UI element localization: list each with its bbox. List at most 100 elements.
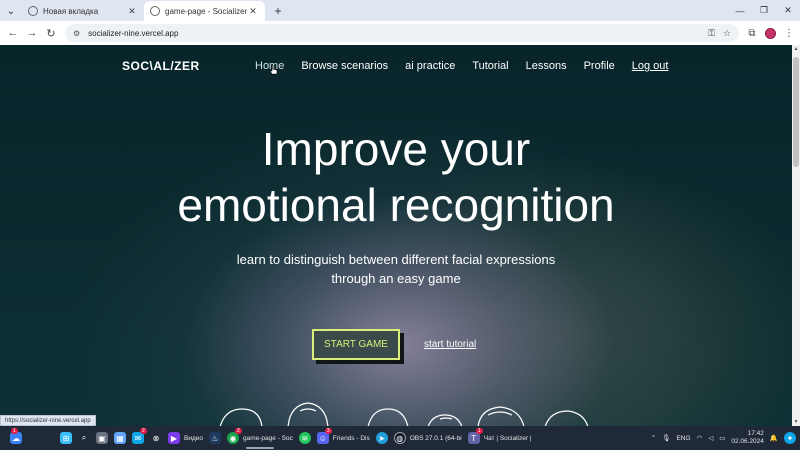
close-icon[interactable]: ✕ xyxy=(126,6,138,17)
forward-arrow-icon[interactable]: → xyxy=(23,24,41,42)
face-outline-1 xyxy=(219,408,263,426)
site-header: SOC\AL/ZER Home Browse scenarios ai prac… xyxy=(0,59,792,75)
discord-badge: 3 xyxy=(324,428,332,434)
face-outline-2 xyxy=(287,402,329,426)
scroll-up-icon[interactable]: ▲ xyxy=(792,46,800,52)
taskbar-search[interactable]: ⌕ xyxy=(75,426,93,450)
close-window-button[interactable]: ✕ xyxy=(776,5,800,16)
scrollbar-thumb[interactable] xyxy=(793,57,799,167)
face-outline-6 xyxy=(544,410,589,426)
windows-taskbar: ☁ 1 ⊞ ⌕ ▣ ▦ ✉ 2 ⊗ ▶ Видео ♨ ◉ 2 game-pag… xyxy=(0,426,800,450)
face-outline-3 xyxy=(367,408,409,426)
restore-button[interactable]: ❐ xyxy=(752,5,776,16)
hand-cursor-icon xyxy=(270,65,278,75)
taskbar-spotify[interactable]: ≋ xyxy=(296,426,314,450)
taskbar-discord[interactable]: ☺ 3 Friends - Dis xyxy=(314,426,373,450)
nav-ai-practice[interactable]: ai practice xyxy=(405,60,455,72)
browser-tab-bar: ⌄ Новая вкладка ✕ game-page - Socializer… xyxy=(0,0,800,21)
taskbar-widgets[interactable]: ▦ xyxy=(111,426,129,450)
taskbar-chrome[interactable]: ◉ 2 game-page - Soc xyxy=(224,426,296,450)
status-bar-url: https://socializer-nine.vercel.app xyxy=(0,415,96,426)
new-tab-button[interactable]: + xyxy=(269,2,287,20)
face-illustrations xyxy=(219,402,589,426)
taskbar-xbox[interactable]: ⊗ xyxy=(147,426,165,450)
taskbar-task-view[interactable]: ▣ xyxy=(93,426,111,450)
site-info-icon[interactable]: ⚙ xyxy=(73,29,80,38)
taskbar-label: Friends - Dis xyxy=(332,434,370,442)
nav-lessons[interactable]: Lessons xyxy=(526,60,567,72)
hero-subtitle-line1: learn to distinguish between different f… xyxy=(236,252,556,267)
page-scrollbar[interactable]: ▲ ▼ xyxy=(792,45,800,426)
globe-icon xyxy=(28,6,38,16)
language-indicator[interactable]: ENG xyxy=(676,435,690,442)
face-outline-5 xyxy=(477,406,525,426)
start-tutorial-link[interactable]: start tutorial xyxy=(424,339,476,350)
page-viewport: SOC\AL/ZER Home Browse scenarios ai prac… xyxy=(0,45,800,426)
tab-title: Новая вкладка xyxy=(43,6,99,16)
globe-icon xyxy=(150,6,160,16)
microphone-icon[interactable]: 🎙 xyxy=(662,434,670,442)
url-text: socializer-nine.vercel.app xyxy=(88,28,179,38)
windows-start-icon: ⊞ xyxy=(60,432,72,444)
xbox-icon: ⊗ xyxy=(152,433,160,443)
chevron-up-icon[interactable]: ⌃ xyxy=(651,434,656,442)
tab-title: game-page - Socializer xyxy=(165,6,247,16)
teams-badge: 1 xyxy=(475,428,483,434)
taskbar-weather[interactable]: ☁ 1 xyxy=(0,426,25,450)
hero-subtitle-line2: through an easy game xyxy=(331,271,461,286)
widgets-icon: ▦ xyxy=(114,432,126,444)
taskbar-label: Чат | Socializer | xyxy=(483,434,532,442)
extensions-icon[interactable]: ⧉ xyxy=(745,28,759,39)
taskbar-label: OBS 27.0.1 (64-bi xyxy=(409,434,462,442)
tab-new-tab[interactable]: Новая вкладка ✕ xyxy=(22,1,144,21)
reload-icon[interactable]: ↻ xyxy=(42,24,60,42)
close-icon[interactable]: ✕ xyxy=(247,6,259,17)
taskbar-video[interactable]: ▶ Видео xyxy=(165,426,206,450)
tab-search-icon[interactable]: ⌄ xyxy=(2,2,20,20)
spotify-icon: ≋ xyxy=(298,432,311,444)
scroll-down-icon[interactable]: ▼ xyxy=(792,419,800,425)
taskbar-telegram[interactable]: ➤ xyxy=(373,426,391,450)
taskbar-mail[interactable]: ✉ 2 xyxy=(129,426,147,450)
back-arrow-icon[interactable]: ← xyxy=(4,24,22,42)
profile-avatar[interactable] xyxy=(765,27,776,39)
bookmark-star-icon[interactable]: ☆ xyxy=(723,28,731,39)
battery-icon[interactable]: ▭ xyxy=(719,434,725,442)
taskbar-label: game-page - Soc xyxy=(243,434,293,442)
steam-icon: ♨ xyxy=(209,432,221,444)
taskbar-teams[interactable]: T 1 Чат | Socializer | xyxy=(465,426,535,450)
start-game-button[interactable]: START GAME xyxy=(312,329,400,360)
system-tray: ⌃ 🎙 ENG ◠ ◁ ▭ 17:42 02.06.2024 🔔 ✦ xyxy=(651,430,800,446)
browser-toolbar: ← → ↻ ⚙ socializer-nine.vercel.app ⚿ ☆ ⧉… xyxy=(0,21,800,45)
taskbar-obs[interactable]: ◍ OBS 27.0.1 (64-bi xyxy=(391,426,465,450)
minimize-button[interactable]: — xyxy=(728,6,752,16)
nav-tutorial[interactable]: Tutorial xyxy=(472,60,508,72)
nav-browse-scenarios[interactable]: Browse scenarios xyxy=(301,60,388,72)
window-controls: — ❐ ✕ xyxy=(728,0,800,21)
obs-icon: ◍ xyxy=(393,432,406,444)
hero-title: Improve your emotional recognition xyxy=(0,121,792,233)
site-logo[interactable]: SOC\AL/ZER xyxy=(122,59,200,73)
nav-profile[interactable]: Profile xyxy=(584,60,615,72)
tab-strip: ⌄ Новая вкладка ✕ game-page - Socializer… xyxy=(0,0,287,21)
clock-date: 02.06.2024 xyxy=(731,438,764,445)
chrome-badge: 2 xyxy=(235,428,242,434)
taskbar-start[interactable]: ⊞ xyxy=(57,426,75,450)
password-key-icon[interactable]: ⚿ xyxy=(708,28,715,39)
nav-log-out[interactable]: Log out xyxy=(632,60,669,72)
menu-dots-icon[interactable]: ⋮ xyxy=(782,28,796,39)
notification-bell-icon[interactable]: 🔔 xyxy=(770,434,778,442)
toolbar-right: ⧉ ⋮ xyxy=(745,27,796,39)
copilot-icon[interactable]: ✦ xyxy=(784,432,796,444)
face-outline-4 xyxy=(427,414,463,426)
volume-icon[interactable]: ◁ xyxy=(708,434,713,442)
hero-title-line1: Improve your xyxy=(261,123,531,175)
taskbar-steam[interactable]: ♨ xyxy=(206,426,224,450)
wifi-icon[interactable]: ◠ xyxy=(697,434,703,442)
tab-game-page[interactable]: game-page - Socializer ✕ xyxy=(144,1,265,21)
clock[interactable]: 17:42 02.06.2024 xyxy=(731,430,764,446)
weather-badge: 1 xyxy=(11,428,18,434)
hero-subtitle: learn to distinguish between different f… xyxy=(0,250,792,288)
telegram-icon: ➤ xyxy=(375,432,388,444)
address-bar[interactable]: ⚙ socializer-nine.vercel.app ⚿ ☆ xyxy=(65,24,739,42)
